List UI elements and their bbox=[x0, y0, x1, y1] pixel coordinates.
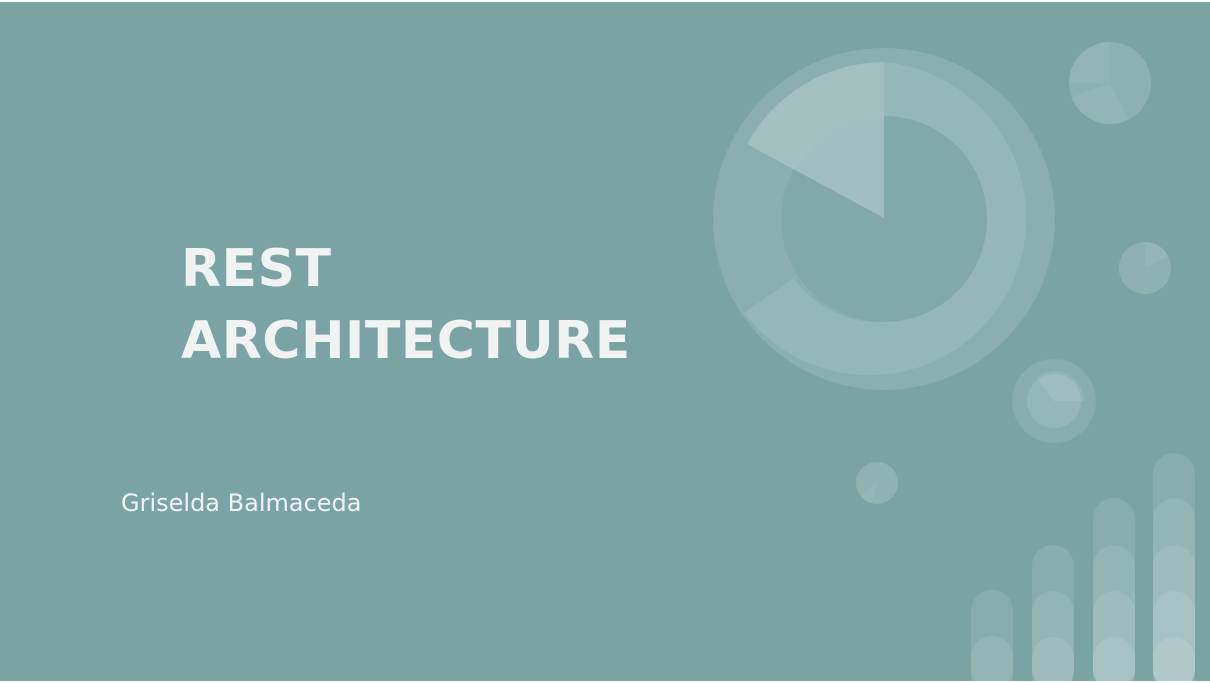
slide-title-line-1: REST bbox=[181, 239, 332, 299]
pie-chart-icon bbox=[1069, 42, 1151, 125]
title-slide: REST ARCHITECTURE Griselda Balmaceda bbox=[0, 2, 1210, 681]
slide-subtitle: Griselda Balmaceda bbox=[121, 489, 362, 517]
small-pie-icon bbox=[1119, 242, 1171, 294]
tiny-pie-icon bbox=[856, 462, 898, 504]
slide-title-line-2: ARCHITECTURE bbox=[181, 311, 631, 371]
ring-pie-icon bbox=[1012, 359, 1096, 443]
donut-chart-icon bbox=[713, 48, 1055, 390]
